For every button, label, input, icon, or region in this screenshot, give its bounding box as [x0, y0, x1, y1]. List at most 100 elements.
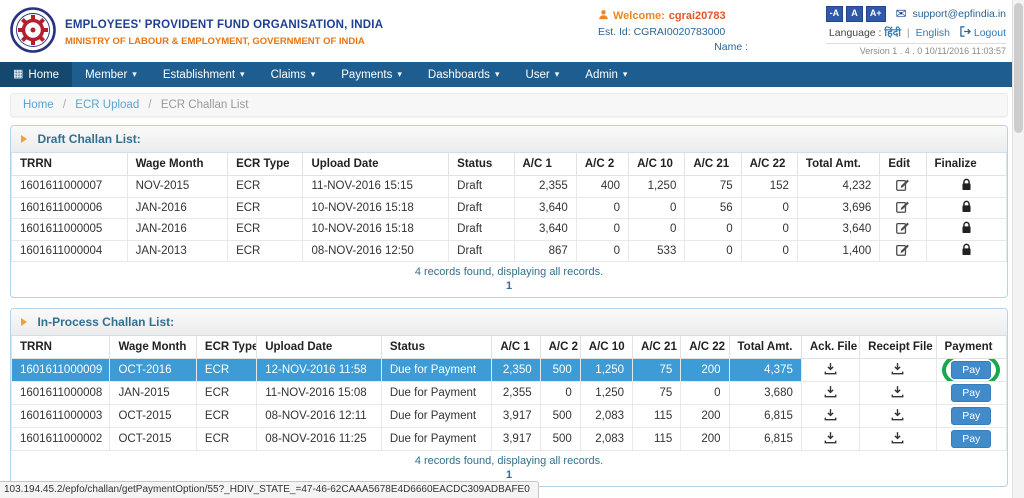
receipt-download-icon[interactable] — [891, 408, 904, 425]
support-email-link[interactable]: support@epfindia.in — [912, 8, 1006, 20]
table-cell: 1601611000008 — [10, 381, 111, 405]
table-cell: 0 — [575, 239, 630, 262]
edit-icon[interactable] — [896, 200, 910, 217]
table-cell: 0 — [575, 218, 630, 241]
table-cell: 0 — [740, 218, 798, 241]
nav-item-dashboards[interactable]: Dashboards ▾ — [415, 62, 513, 87]
receipt-download-icon[interactable] — [891, 431, 904, 448]
finalize-lock-icon[interactable] — [961, 178, 972, 195]
nav-item-home[interactable]: ▦ Home — [0, 62, 73, 87]
receipt-download-icon[interactable] — [891, 385, 904, 402]
est-id: Est. Id: CGRAI0020783000 — [598, 26, 726, 38]
payment-cell: Pay — [935, 404, 1008, 428]
font-decrease-button[interactable]: -A — [825, 6, 844, 22]
language-english-link[interactable]: English — [916, 27, 950, 39]
table-cell: 533 — [628, 239, 686, 262]
table-cell: 1601611000003 — [10, 404, 111, 428]
edit-icon[interactable] — [896, 178, 910, 195]
breadcrumb-home[interactable]: Home — [23, 99, 54, 111]
nav-item-label: Establishment — [162, 68, 236, 81]
table-cell: 10-NOV-2016 15:18 — [302, 196, 450, 219]
table-cell: 500 — [539, 404, 581, 428]
column-header: Edit — [879, 153, 927, 176]
ack-download-icon[interactable] — [824, 431, 837, 448]
nav-item-claims[interactable]: Claims ▾ — [258, 62, 329, 87]
nav-item-member[interactable]: Member ▾ — [72, 62, 150, 87]
table-cell: 08-NOV-2016 12:11 — [256, 404, 382, 428]
inprocess-panel-header[interactable]: In-Process Challan List: — [11, 309, 1007, 336]
pay-button[interactable]: Pay — [951, 407, 992, 425]
version-text: Version 1 . 4 . 0 10/11/2016 11:03:57 — [825, 43, 1006, 56]
column-header: A/C 2 — [575, 153, 630, 176]
ack-download-icon[interactable] — [824, 408, 837, 425]
table-cell: 56 — [684, 196, 742, 219]
mail-icon: ✉ — [895, 6, 907, 21]
nav-item-payments[interactable]: Payments ▾ — [328, 62, 415, 87]
table-cell: 115 — [632, 427, 682, 451]
header-utilities: -A A A+ ✉ support@epfindia.in Language :… — [825, 6, 1006, 56]
column-header: Upload Date — [302, 153, 450, 176]
table-cell: Due for Payment — [380, 404, 493, 428]
table-cell: 11-NOV-2016 15:15 — [302, 175, 450, 198]
column-header: A/C 1 — [491, 336, 541, 359]
table-cell: 2,355 — [513, 175, 577, 198]
table-cell: 500 — [539, 358, 581, 382]
icon-cell — [800, 427, 861, 451]
column-header: A/C 1 — [513, 153, 577, 176]
column-header: A/C 10 — [579, 336, 634, 359]
icon-cell — [879, 239, 927, 262]
table-cell: 400 — [575, 175, 630, 198]
pay-button[interactable]: Pay — [951, 430, 992, 448]
table-cell: NOV-2015 — [126, 175, 229, 198]
nav-item-user[interactable]: User ▾ — [512, 62, 572, 87]
column-header: A/C 22 — [680, 336, 730, 359]
icon-cell — [859, 381, 937, 405]
table-cell: 11-NOV-2016 15:08 — [256, 381, 382, 405]
column-header: A/C 10 — [628, 153, 686, 176]
receipt-download-icon[interactable] — [891, 362, 904, 379]
table-cell: 1,250 — [628, 175, 686, 198]
logout-link[interactable]: Logout — [974, 27, 1006, 39]
finalize-lock-icon[interactable] — [961, 243, 972, 260]
nav-item-establishment[interactable]: Establishment ▾ — [150, 62, 258, 87]
nav-item-label: Home — [28, 68, 60, 81]
nav-menu: ▦ Home Member ▾ Establishment ▾ Claims ▾ Payment… — [0, 62, 1024, 87]
payment-cell: Pay — [935, 427, 1008, 451]
pay-button[interactable]: Pay — [951, 361, 992, 379]
icon-cell — [925, 218, 1008, 241]
language-hindi-link[interactable]: हिंदी — [884, 27, 901, 39]
font-normal-button[interactable]: A — [846, 6, 863, 22]
column-header: ECR Type — [227, 153, 304, 176]
breadcrumb-ecr-upload[interactable]: ECR Upload — [75, 99, 139, 111]
table-cell: ECR — [227, 175, 304, 198]
pay-button[interactable]: Pay — [951, 384, 992, 402]
inprocess-challan-panel: In-Process Challan List: TRRN Wage Month E… — [10, 308, 1008, 487]
draft-panel-header[interactable]: Draft Challan List: — [11, 126, 1007, 153]
brand: EMPLOYEES' PROVIDENT FUND ORGANISATION, … — [10, 7, 383, 58]
font-increase-button[interactable]: A+ — [865, 6, 886, 22]
table-cell: 2,355 — [491, 381, 541, 405]
table-cell: 2,083 — [579, 427, 634, 451]
nav-item-admin[interactable]: Admin ▾ — [572, 62, 640, 87]
table-cell: Draft — [448, 196, 515, 219]
edit-icon[interactable] — [896, 221, 910, 238]
table-cell: 500 — [539, 427, 581, 451]
table-cell: Due for Payment — [380, 427, 493, 451]
inprocess-challan-table: TRRN Wage Month ECR Type Upload Date Status A… — [10, 336, 1008, 451]
table-cell: 75 — [684, 175, 742, 198]
table-cell: 4,232 — [796, 175, 881, 198]
icon-cell — [879, 218, 927, 241]
finalize-lock-icon[interactable] — [961, 221, 972, 238]
table-cell: 0 — [680, 381, 730, 405]
edit-icon[interactable] — [896, 243, 910, 260]
icon-cell — [859, 358, 937, 382]
finalize-lock-icon[interactable] — [961, 200, 972, 217]
scrollbar[interactable] — [1012, 0, 1024, 498]
table-cell: 1601611000007 — [11, 175, 128, 198]
ack-download-icon[interactable] — [824, 385, 837, 402]
breadcrumb: Home / ECR Upload / ECR Challan List — [10, 93, 1008, 117]
table-cell: 0 — [575, 196, 630, 219]
column-header: TRRN — [10, 336, 111, 359]
scrollbar-thumb[interactable] — [1014, 3, 1023, 133]
ack-download-icon[interactable] — [824, 362, 837, 379]
